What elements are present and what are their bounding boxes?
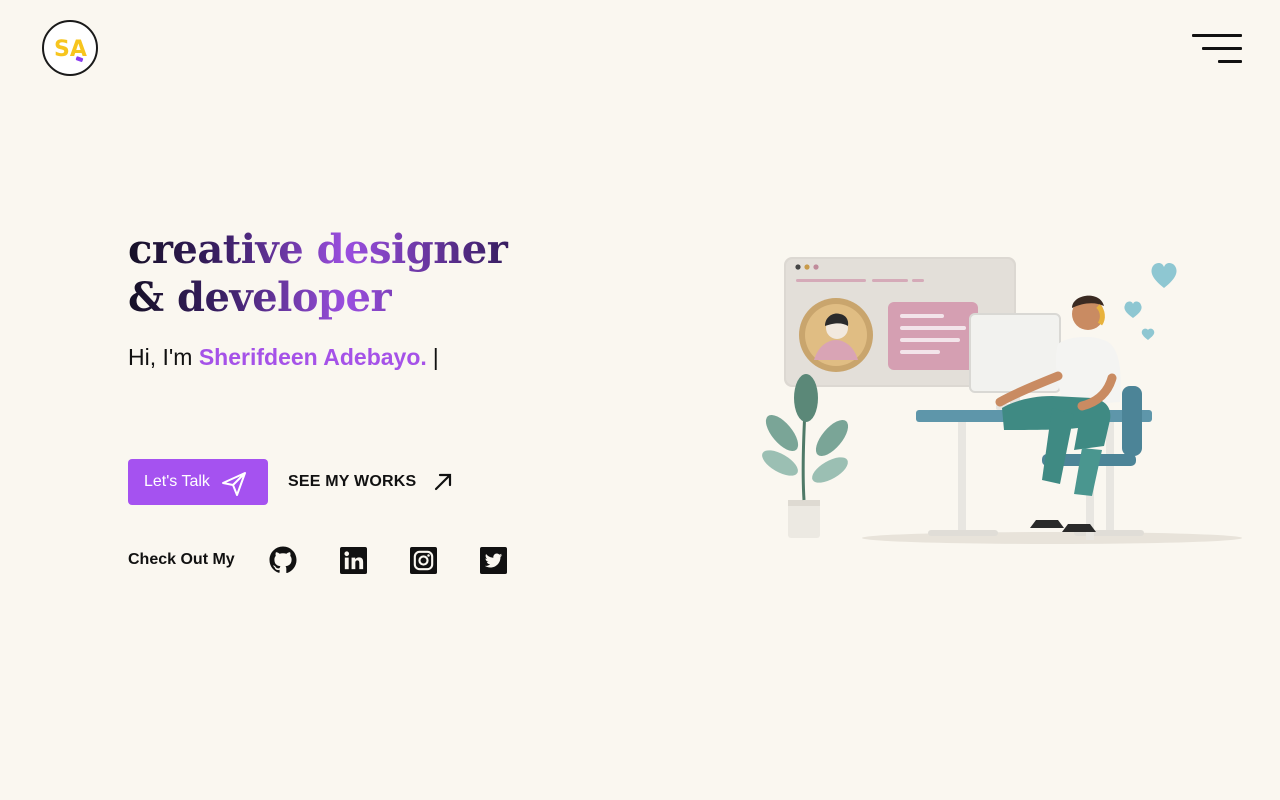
- hero-section: creative designer & developer: [128, 226, 648, 322]
- headline-line-2: & developer: [128, 274, 392, 321]
- hamburger-menu-icon[interactable]: [1190, 34, 1242, 66]
- instagram-link[interactable]: [408, 545, 438, 575]
- hearts-graphic: [1124, 262, 1177, 340]
- twitter-icon: [479, 546, 507, 574]
- hero-headline: creative designer & developer: [128, 226, 648, 322]
- linkedin-link[interactable]: [338, 545, 368, 575]
- menu-bar-top: [1192, 34, 1242, 37]
- developer-desk-illustration: [762, 257, 1242, 544]
- github-link[interactable]: [268, 545, 298, 575]
- intro-name: Sherifdeen Adebayo.: [198, 344, 427, 370]
- typing-cursor: |: [432, 344, 439, 370]
- linkedin-icon: [339, 546, 367, 574]
- menu-bar-bottom: [1218, 60, 1242, 63]
- github-icon: [269, 546, 297, 574]
- social-label: Check Out My: [128, 551, 235, 568]
- see-my-works-label: SEE MY WORKS: [288, 473, 417, 490]
- social-links: Check Out My: [128, 545, 548, 575]
- hero-intro: Hi, I'm Sherifdeen Adebayo. |: [128, 344, 439, 371]
- see-my-works-link[interactable]: SEE MY WORKS: [288, 470, 454, 494]
- instagram-icon: [409, 546, 437, 574]
- intro-prefix: Hi, I'm: [128, 344, 199, 370]
- headline-line-1: creative designer: [128, 226, 508, 273]
- plant-graphic: [762, 374, 849, 538]
- arrow-up-right-icon: [435, 473, 452, 491]
- site-logo[interactable]: SA: [42, 20, 98, 76]
- twitter-link[interactable]: [478, 545, 508, 575]
- paper-plane-icon: [222, 472, 246, 496]
- lets-talk-label: Let's Talk: [144, 473, 210, 490]
- lets-talk-button[interactable]: Let's Talk: [128, 459, 268, 505]
- menu-bar-middle: [1202, 47, 1242, 50]
